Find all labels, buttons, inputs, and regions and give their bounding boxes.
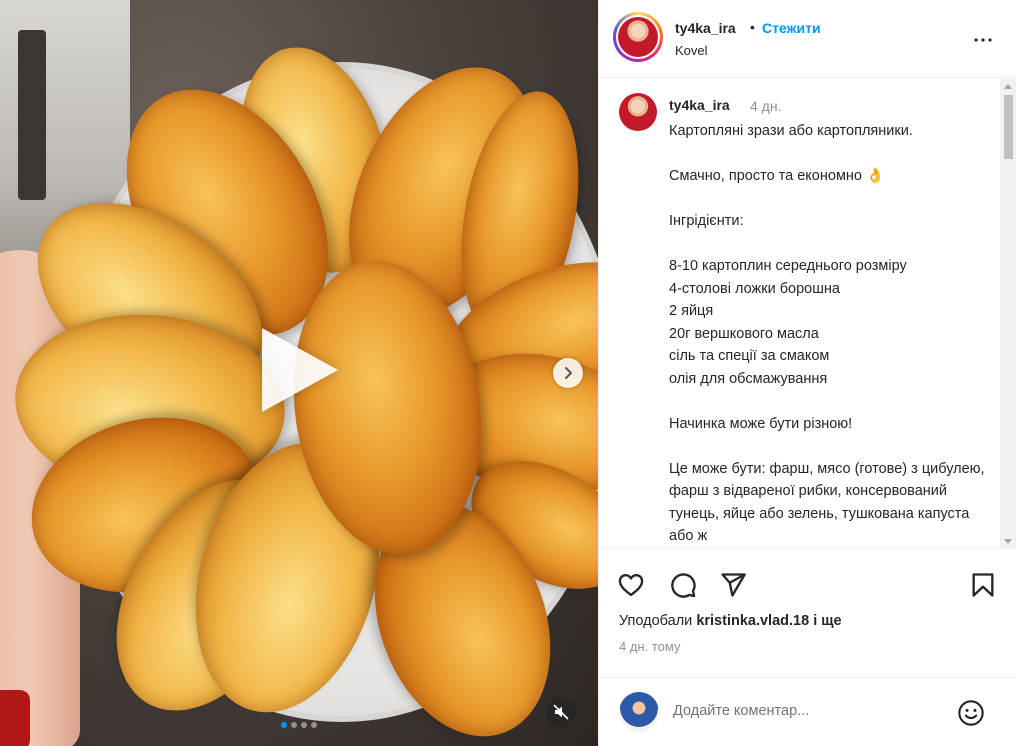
- scrollbar-thumb[interactable]: [1004, 95, 1013, 159]
- likes-others-link[interactable]: і ще: [813, 613, 841, 629]
- follow-button[interactable]: Стежити: [762, 20, 821, 36]
- caption-username[interactable]: ty4ka_ira: [669, 97, 730, 113]
- likes-summary: Уподобали kristinka.vlad.18 і ще: [619, 613, 842, 629]
- caption-area[interactable]: ty4ka_ira 4 дн. Картопляні зрази або кар…: [599, 79, 1016, 549]
- comment-input[interactable]: [673, 703, 933, 719]
- action-bar: [599, 565, 1016, 605]
- liker-username[interactable]: kristinka.vlad.18: [696, 613, 809, 629]
- mute-button[interactable]: [546, 697, 576, 727]
- play-icon[interactable]: [262, 328, 338, 412]
- current-user-avatar: [619, 692, 659, 732]
- post-header: ty4ka_ira • Стежити Kovel: [599, 0, 1016, 78]
- carousel-dot[interactable]: [281, 722, 287, 728]
- carousel-next-button[interactable]: [553, 358, 583, 388]
- scroll-down-arrow[interactable]: [1004, 539, 1012, 544]
- emoji-icon[interactable]: [957, 699, 985, 727]
- header-separator: •: [750, 19, 755, 35]
- chevron-right-icon: [565, 367, 572, 379]
- carousel-dot[interactable]: [291, 722, 297, 728]
- likes-prefix: Уподобали: [619, 613, 693, 629]
- more-options-icon[interactable]: [971, 28, 995, 52]
- carousel-dot[interactable]: [311, 722, 317, 728]
- comment-icon[interactable]: [669, 571, 697, 599]
- post-side-panel: ty4ka_ira • Стежити Kovel ty4ka_ira 4 дн…: [598, 0, 1016, 746]
- caption-avatar[interactable]: [619, 93, 657, 131]
- bookmark-icon[interactable]: [969, 571, 997, 599]
- carousel-dot[interactable]: [301, 722, 307, 728]
- author-avatar[interactable]: [613, 12, 663, 62]
- post-date[interactable]: 4 дн. тому: [619, 639, 680, 654]
- caption-text: Картопляні зрази або картопляники. Смачн…: [669, 123, 985, 544]
- comment-bar: [599, 677, 1016, 746]
- heart-icon[interactable]: [617, 571, 645, 599]
- caption-time[interactable]: 4 дн.: [750, 98, 781, 114]
- carousel-dots: [0, 722, 598, 728]
- post-location[interactable]: Kovel: [675, 43, 708, 58]
- post-media[interactable]: [0, 0, 598, 746]
- share-icon[interactable]: [719, 571, 747, 599]
- speaker-muted-icon: [553, 704, 569, 720]
- author-username[interactable]: ty4ka_ira: [675, 20, 736, 36]
- sleeve: [0, 690, 30, 746]
- caption-scrollbar[interactable]: [1000, 79, 1016, 548]
- scroll-up-arrow[interactable]: [1004, 84, 1012, 89]
- avatar-image: [618, 17, 658, 57]
